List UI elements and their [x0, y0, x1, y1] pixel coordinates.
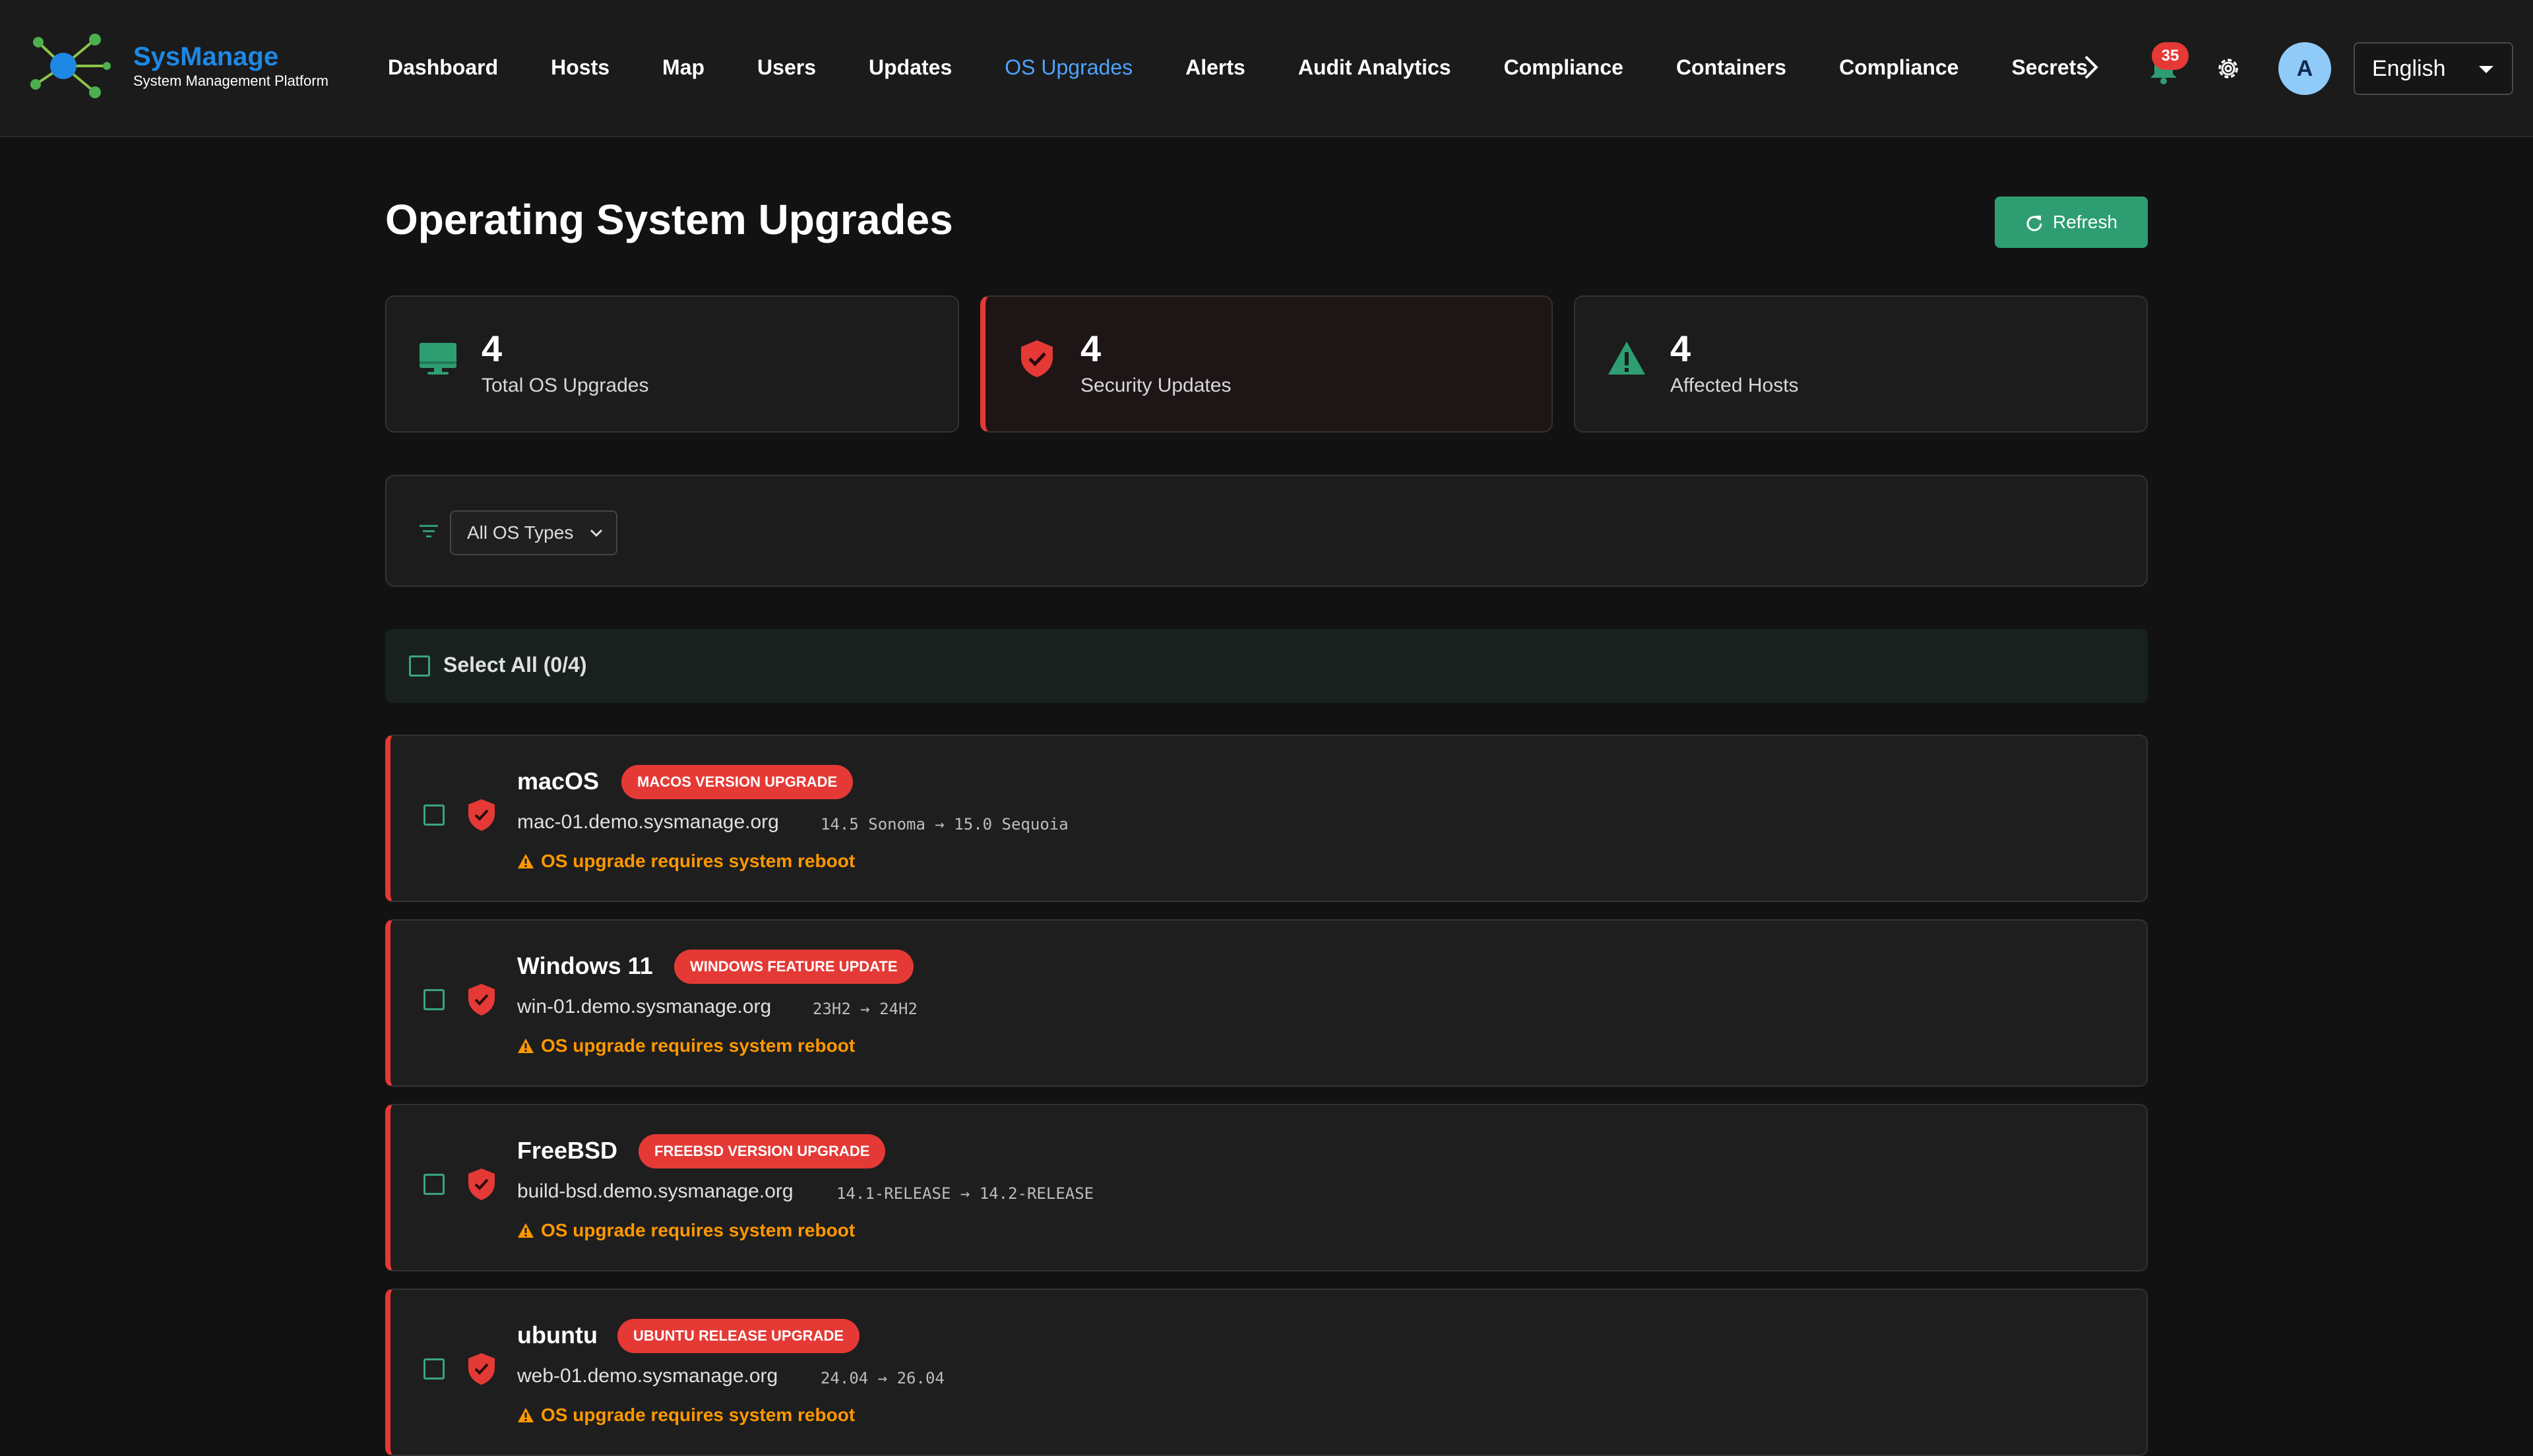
shield-check-icon	[468, 1353, 495, 1385]
nav-hosts[interactable]: Hosts	[551, 55, 610, 80]
brand-name: SysManage	[133, 42, 279, 71]
language-value: English	[2372, 56, 2446, 81]
reboot-warning: OS upgrade requires system reboot	[517, 1405, 855, 1426]
os-name: FreeBSD	[517, 1137, 618, 1164]
version-change: 14.5 Sonoma → 15.0 Sequoia	[821, 815, 1069, 834]
brand-logo[interactable]: SysManage System Management Platform	[26, 26, 328, 106]
network-logo-icon	[30, 34, 111, 98]
refresh-icon	[2026, 216, 2042, 231]
nav-dashboard[interactable]: Dashboard	[388, 55, 498, 80]
upgrade-checkbox[interactable]	[423, 1358, 445, 1380]
user-avatar[interactable]: A	[2278, 42, 2331, 95]
stat-label: Affected Hosts	[1670, 375, 1799, 396]
os-name: ubuntu	[517, 1321, 598, 1349]
warning-icon	[518, 1223, 534, 1238]
stat-value: 4	[482, 328, 503, 369]
brand-subtitle: System Management Platform	[133, 73, 328, 89]
reboot-warning: OS upgrade requires system reboot	[517, 1035, 855, 1056]
nav-map[interactable]: Map	[662, 55, 704, 80]
nav-updates[interactable]: Updates	[869, 55, 952, 80]
warning-icon	[518, 1408, 534, 1422]
reboot-warning: OS upgrade requires system reboot	[517, 1220, 855, 1241]
stat-label: Total OS Upgrades	[482, 375, 649, 396]
hostname: win-01.demo.sysmanage.org	[517, 996, 772, 1017]
upgrade-type-chip: WINDOWS FEATURE UPDATE	[674, 950, 914, 984]
shield-check-icon	[468, 799, 495, 831]
nav-containers[interactable]: Containers	[1676, 55, 1786, 80]
upgrade-card: FreeBSD FREEBSD VERSION UPGRADE build-bs…	[385, 1104, 2148, 1271]
version-change: 23H2 → 24H2	[813, 1000, 918, 1018]
filter-panel: All OS Types	[385, 475, 2148, 587]
reboot-warning-text: OS upgrade requires system reboot	[541, 851, 856, 871]
hostname: build-bsd.demo.sysmanage.org	[517, 1180, 794, 1202]
upgrade-card: Windows 11 WINDOWS FEATURE UPDATE win-01…	[385, 919, 2148, 1087]
nav-users[interactable]: Users	[757, 55, 816, 80]
chevron-down-icon	[590, 529, 603, 537]
reboot-warning-text: OS upgrade requires system reboot	[541, 1405, 856, 1425]
shield-check-icon	[468, 984, 495, 1016]
warning-icon	[1608, 342, 1645, 375]
stat-value: 4	[1670, 328, 1691, 369]
gear-icon[interactable]	[2214, 54, 2243, 83]
select-all-label[interactable]: Select All (0/4)	[443, 653, 587, 677]
upgrade-card: macOS MACOS VERSION UPGRADE mac-01.demo.…	[385, 735, 2148, 902]
main-nav: Dashboard Hosts Map Users Updates OS Upg…	[388, 46, 2108, 88]
nav-os-upgrades[interactable]: OS Upgrades	[1005, 55, 1133, 80]
version-change: 24.04 → 26.04	[821, 1369, 945, 1387]
stat-value: 4	[1080, 328, 1102, 369]
refresh-label: Refresh	[2052, 212, 2118, 232]
upgrade-type-chip: FREEBSD VERSION UPGRADE	[639, 1134, 886, 1168]
os-type-value: All OS Types	[467, 522, 574, 543]
shield-check-icon	[468, 1168, 495, 1200]
upgrade-type-chip: UBUNTU RELEASE UPGRADE	[617, 1319, 860, 1353]
refresh-button[interactable]: Refresh	[1995, 197, 2148, 248]
caret-down-icon	[2479, 66, 2493, 73]
select-all-bar: Select All (0/4)	[385, 629, 2148, 703]
upgrade-checkbox[interactable]	[423, 804, 445, 826]
shield-check-icon	[1021, 340, 1053, 377]
hostname: web-01.demo.sysmanage.org	[517, 1365, 778, 1387]
os-name: Windows 11	[517, 952, 653, 979]
upgrade-checkbox[interactable]	[423, 989, 445, 1010]
nav-compliance-2[interactable]: Compliance	[1839, 55, 1958, 80]
version-change: 14.1-RELEASE → 14.2-RELEASE	[836, 1184, 1094, 1203]
stat-card-total-upgrades: 4 Total OS Upgrades	[385, 295, 959, 433]
upgrade-checkbox[interactable]	[423, 1174, 445, 1195]
warning-icon	[518, 1039, 534, 1053]
chevron-right-icon[interactable]	[2079, 51, 2103, 83]
nav-audit-analytics[interactable]: Audit Analytics	[1298, 55, 1451, 80]
nav-compliance[interactable]: Compliance	[1504, 55, 1623, 80]
reboot-warning: OS upgrade requires system reboot	[517, 851, 855, 872]
stat-card-affected-hosts: 4 Affected Hosts	[1574, 295, 2148, 433]
upgrade-type-chip: MACOS VERSION UPGRADE	[621, 765, 854, 799]
hostname: mac-01.demo.sysmanage.org	[517, 811, 779, 833]
os-type-select[interactable]: All OS Types	[450, 510, 617, 555]
upgrade-card: ubuntu UBUNTU RELEASE UPGRADE web-01.dem…	[385, 1289, 2148, 1456]
nav-alerts[interactable]: Alerts	[1185, 55, 1245, 80]
stat-label: Security Updates	[1080, 375, 1232, 396]
filter-icon	[420, 525, 438, 537]
reboot-warning-text: OS upgrade requires system reboot	[541, 1220, 856, 1240]
select-all-checkbox[interactable]	[409, 655, 430, 677]
stat-card-security-updates: 4 Security Updates	[980, 295, 1553, 433]
nav-secrets[interactable]: Secrets	[2011, 55, 2088, 80]
reboot-warning-text: OS upgrade requires system reboot	[541, 1035, 856, 1056]
monitor-icon	[420, 343, 456, 375]
page-title: Operating System Upgrades	[385, 196, 953, 243]
notification-count-badge: 35	[2152, 42, 2189, 70]
warning-icon	[518, 854, 534, 868]
top-app-bar: SysManage System Management Platform Das…	[0, 0, 2533, 137]
language-select[interactable]: English	[2354, 42, 2513, 95]
os-name: macOS	[517, 768, 600, 795]
